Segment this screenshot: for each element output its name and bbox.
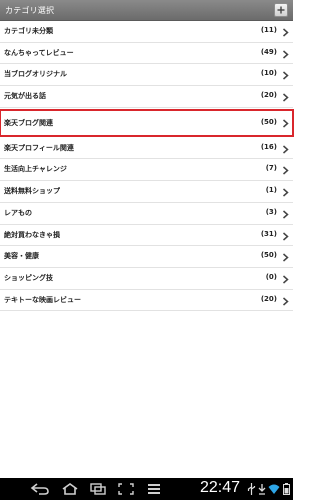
chevron-right-icon [283,296,289,306]
category-row[interactable]: テキトーな映画レビュー (20) [0,290,293,312]
system-navigation-bar: 22:47 [0,478,293,500]
category-count: (11) [260,26,277,34]
plus-icon [277,6,285,14]
category-row[interactable]: カテゴリ未分類 (11) [0,21,293,43]
category-label: なんちゃってレビュー [4,48,74,57]
chevron-right-icon [283,50,289,59]
menu-icon[interactable] [147,483,161,495]
category-count: (0) [265,272,277,281]
category-label: 送料無料ショップ [4,187,60,196]
category-count: (3) [265,207,277,216]
page-title: カテゴリ選択 [5,6,55,15]
chevron-right-icon [283,93,289,102]
wifi-icon [268,484,280,494]
category-row[interactable]: 元気が出る話 (20) [0,86,293,108]
category-count: (50) [260,117,277,126]
category-count: (50) [260,251,277,260]
category-count: (49) [260,47,277,56]
category-label: 絶対買わなきゃ損 [4,230,60,239]
chevron-right-icon [283,231,289,241]
add-category-button[interactable] [274,3,288,17]
category-label: 美容・健康 [4,252,39,261]
category-label: テキトーな映画レビュー [4,295,81,304]
category-select-header: カテゴリ選択 [0,0,293,21]
category-row[interactable]: 当ブログオリジナル (10) [0,64,293,87]
chevron-right-icon [283,71,289,80]
category-count: (31) [260,229,277,238]
category-row[interactable]: 楽天ブログ関連 (50) [0,108,294,137]
category-row[interactable]: 美容・健康 (50) [0,246,293,268]
category-label: 楽天プロフィール関連 [4,143,74,152]
category-count: (7) [265,164,277,173]
category-row[interactable]: なんちゃってレビュー (49) [0,43,293,65]
chevron-right-icon [283,28,289,37]
screenshot-icon[interactable] [118,483,134,495]
category-row[interactable]: レアもの (3) [0,203,293,225]
category-label: カテゴリ未分類 [4,27,53,35]
battery-icon [283,483,290,495]
category-list: カテゴリ未分類 (11) なんちゃってレビュー (49) 当ブログオリジナル (10) 元気… [0,21,294,312]
category-label: ショッピング技 [4,273,53,282]
category-count: (1) [265,186,277,195]
category-label: レアもの [4,208,32,217]
chevron-right-icon [283,119,289,128]
category-count: (16) [260,142,277,151]
chevron-right-icon [283,253,289,262]
category-row[interactable]: ショッピング技 (0) [0,268,293,290]
chevron-right-icon [283,275,289,284]
chevron-right-icon [283,188,289,197]
chevron-right-icon [283,166,289,176]
category-label: 元気が出る話 [4,92,46,101]
category-row[interactable]: 送料無料ショップ (1) [0,181,293,203]
category-count: (20) [260,294,277,303]
category-label: 生活向上チャレンジ [4,165,67,174]
category-label: 楽天ブログ関連 [4,118,53,127]
category-label: 当ブログオリジナル [4,70,67,79]
recent-apps-icon[interactable] [90,483,106,495]
category-row[interactable]: 生活向上チャレンジ (7) [0,159,293,182]
category-count: (20) [260,91,277,100]
chevron-right-icon [283,145,289,154]
usb-icon [247,483,256,495]
category-row[interactable]: 絶対買わなきゃ損 (31) [0,225,293,247]
status-clock: 22:47 [200,479,241,496]
category-row[interactable]: 楽天プロフィール関連 (16) [0,138,293,160]
category-count: (10) [260,69,277,78]
download-icon [258,484,266,495]
home-icon[interactable] [61,483,79,495]
back-icon[interactable] [30,483,50,495]
chevron-right-icon [283,210,289,219]
